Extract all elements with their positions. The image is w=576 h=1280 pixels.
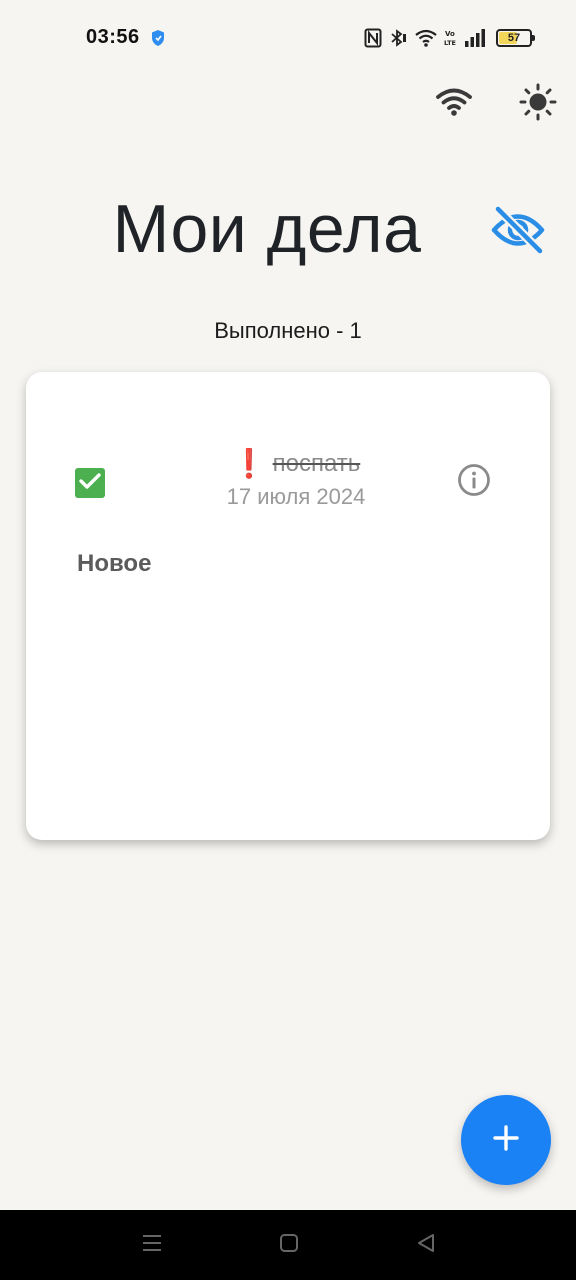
task-checkbox[interactable]	[75, 468, 105, 498]
nav-back-button[interactable]	[411, 1232, 441, 1258]
svg-text:Vo: Vo	[445, 30, 455, 38]
status-time: 03:56	[86, 26, 140, 48]
nfc-icon	[364, 28, 382, 48]
theme-toggle-button[interactable]	[514, 80, 562, 128]
task-date: 17 июля 2024	[226, 484, 366, 509]
done-counter: Выполнено - 1	[214, 318, 362, 343]
task-text: ❗ поспать 17 июля 2024	[156, 448, 436, 510]
nav-home-button[interactable]	[274, 1232, 304, 1258]
sun-icon	[519, 83, 557, 126]
plus-icon	[492, 1124, 520, 1157]
task-list-card: ❗ поспать 17 июля 2024 Новое	[26, 372, 550, 840]
wifi-icon	[435, 86, 473, 123]
info-icon	[457, 463, 491, 502]
menu-icon	[141, 1232, 163, 1259]
page-title: Мои дела	[112, 191, 422, 267]
visibility-off-icon	[490, 205, 546, 260]
wifi-status-icon	[414, 28, 438, 48]
task-info-button[interactable]	[454, 462, 494, 502]
status-icons: Vo LTE 57	[364, 26, 535, 50]
back-triangle-icon	[415, 1232, 437, 1259]
task-row[interactable]: ❗ поспать 17 июля 2024	[26, 444, 550, 524]
nav-recents-button[interactable]	[137, 1232, 167, 1258]
task-title-line: ❗ поспать	[156, 448, 436, 480]
svg-text:LTE: LTE	[444, 39, 456, 47]
toggle-completed-visibility-button[interactable]	[488, 204, 548, 260]
check-icon	[79, 472, 101, 495]
priority-high-icon: ❗	[231, 448, 267, 479]
battery-level: 57	[507, 32, 521, 44]
battery-icon: 57	[496, 29, 535, 47]
signal-icon	[464, 29, 486, 47]
system-nav-bar	[0, 1210, 576, 1280]
status-bar: 03:56 Vo LTE 57	[0, 0, 576, 76]
bluetooth-icon	[388, 28, 408, 48]
square-icon	[278, 1232, 300, 1259]
volte-icon: Vo LTE	[444, 28, 458, 48]
wifi-toggle-button[interactable]	[430, 80, 478, 128]
new-task-button[interactable]: Новое	[77, 550, 151, 578]
shield-icon	[150, 29, 166, 47]
add-task-fab[interactable]	[461, 1095, 551, 1185]
task-title: поспать	[272, 450, 361, 477]
